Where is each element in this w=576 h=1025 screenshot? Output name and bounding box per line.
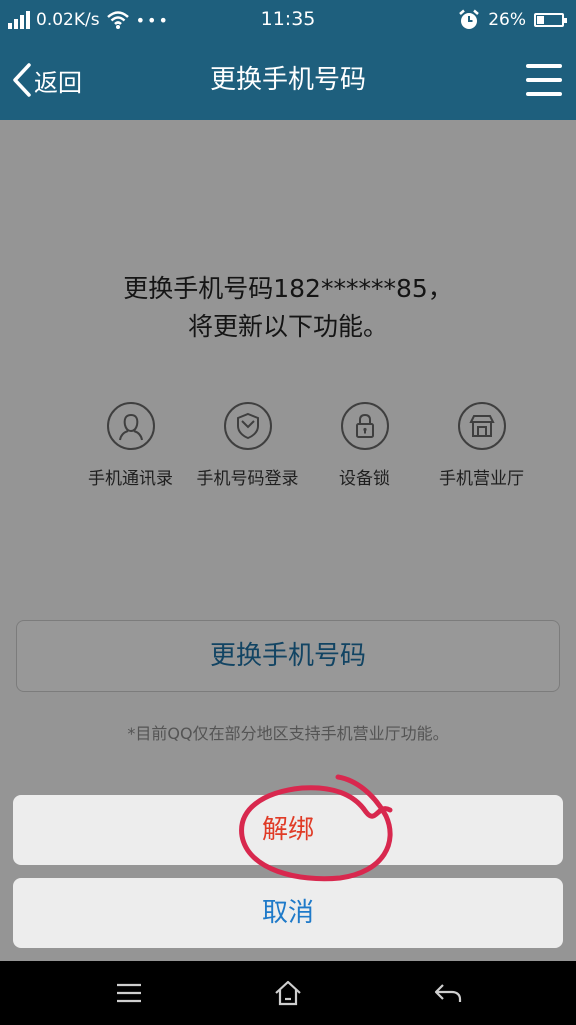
status-bar: 0.02K/s ••• 11:35 26% [0,0,576,40]
alarm-clock-icon [459,9,480,29]
chevron-left-icon [13,63,31,97]
cancel-button[interactable]: 取消 [13,878,563,948]
back-button[interactable]: 返回 [12,60,82,100]
title-bar: 更换手机号码 返回 [0,40,576,120]
annotation-circle [239,774,393,882]
status-right: 26% [458,8,567,32]
page-title: 更换手机号码 [209,65,366,95]
menu-icon[interactable] [109,973,149,1013]
navigation-bar [0,961,576,1025]
home-icon[interactable] [268,973,308,1013]
back-label: 返回 [34,68,82,97]
battery-icon [534,13,567,27]
back-arrow-icon[interactable] [428,973,468,1013]
battery-percent: 26% [488,10,526,30]
hamburger-menu-icon[interactable] [526,64,562,96]
